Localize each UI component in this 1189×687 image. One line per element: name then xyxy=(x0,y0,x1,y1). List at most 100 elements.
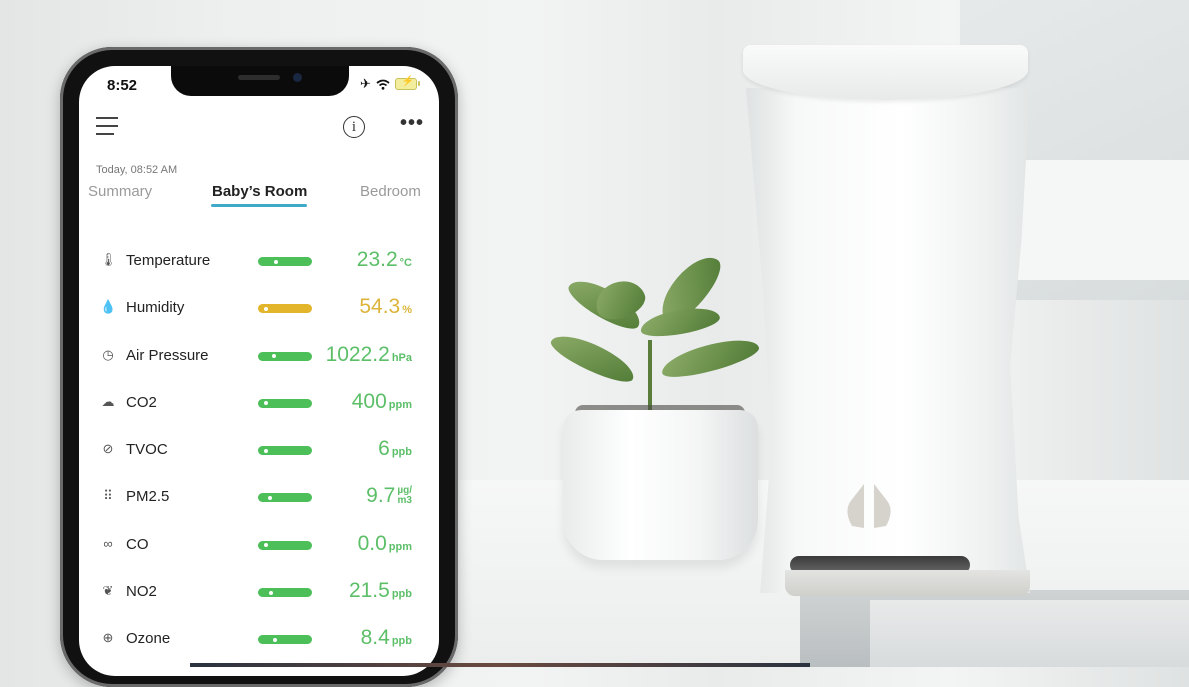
device-base xyxy=(785,570,1030,596)
metric-unit: °C xyxy=(399,257,412,269)
phone-camera xyxy=(293,73,302,82)
plant-leaf xyxy=(638,303,722,341)
metric-value: 0.0 ppm xyxy=(358,532,412,556)
level-indicator-dot xyxy=(264,448,269,453)
no2-icon: ❦ xyxy=(102,583,114,599)
metric-number: 6 xyxy=(378,437,390,461)
background-light xyxy=(1010,160,1189,280)
molecule-icon: ∞ xyxy=(103,535,113,551)
status-icons: ✈ ⚡ xyxy=(360,76,420,92)
metric-number: 0.0 xyxy=(357,531,387,555)
metric-number: 9.7 xyxy=(366,484,396,508)
airplane-icon: ✈ xyxy=(360,76,371,91)
metric-row-no2[interactable]: ❦ NO2 21.5 ppb xyxy=(100,571,420,618)
metric-label: CO2 xyxy=(126,393,157,411)
metric-level-bar[interactable] xyxy=(258,304,312,314)
metric-unit: µg/m3 xyxy=(397,486,412,506)
particles-icon: ⠿ xyxy=(103,488,113,504)
leaf-icon: ⊘ xyxy=(102,441,114,457)
menu-button[interactable] xyxy=(96,117,118,137)
metric-row-ozone[interactable]: ⊕ Ozone 8.4 ppb xyxy=(100,618,420,665)
cloud-icon: ☁ xyxy=(101,393,115,409)
battery-charging-icon: ⚡ xyxy=(394,76,420,90)
metric-label: NO2 xyxy=(126,583,157,601)
metric-row-tvoc[interactable]: ⊘ TVOC 6 ppb xyxy=(100,429,420,476)
metric-label: Temperature xyxy=(126,252,211,269)
level-indicator-dot xyxy=(264,306,269,311)
metric-unit: ppm xyxy=(388,398,412,411)
metric-level-bar[interactable] xyxy=(258,493,312,503)
hamburger-icon xyxy=(96,117,118,119)
metric-label: Humidity xyxy=(126,299,185,317)
metric-label: PM2.5 xyxy=(126,488,170,506)
metric-label: Ozone xyxy=(126,630,171,648)
metric-unit: ppb xyxy=(391,635,412,648)
plant-pot xyxy=(563,410,758,560)
level-indicator-dot xyxy=(274,259,279,264)
more-icon: ••• xyxy=(400,112,425,134)
metric-number: 1022.2 xyxy=(325,342,390,366)
wifi-icon xyxy=(376,79,390,90)
metric-level-bar[interactable] xyxy=(258,635,312,645)
plant-leaf xyxy=(658,332,762,384)
metric-value: 9.7 µg/m3 xyxy=(366,484,412,508)
metric-level-bar[interactable] xyxy=(258,398,312,408)
level-indicator-dot xyxy=(264,401,269,406)
metric-level-bar[interactable] xyxy=(258,351,312,361)
metric-level-bar[interactable] xyxy=(258,588,312,598)
info-icon: i xyxy=(351,119,357,135)
metric-unit: ppm xyxy=(388,540,412,553)
metric-value: 6 ppb xyxy=(378,437,412,461)
plant-leaf xyxy=(546,327,640,389)
metric-number: 400 xyxy=(351,389,387,413)
level-indicator-dot xyxy=(271,354,276,359)
metric-unit: ppb xyxy=(391,588,412,601)
level-indicator-dot xyxy=(273,637,278,642)
tab-babys-room[interactable]: Baby’s Room xyxy=(212,183,307,200)
metric-number: 8.4 xyxy=(360,626,390,650)
metric-value: 8.4 ppb xyxy=(361,626,412,650)
metric-level-bar[interactable] xyxy=(258,257,312,266)
device-logo-icon xyxy=(847,484,891,528)
metric-unit: % xyxy=(402,304,412,317)
level-indicator-dot xyxy=(268,590,273,595)
metric-row-temperature[interactable]: 🌡 Temperature 23.2 °C xyxy=(100,240,420,287)
phone-notch xyxy=(171,66,349,96)
tab-bedroom[interactable]: Bedroom xyxy=(360,183,421,200)
hamburger-line xyxy=(96,133,114,135)
metric-unit: hPa xyxy=(391,351,412,364)
tablet-surface xyxy=(870,600,1189,667)
droplet-icon: 💧 xyxy=(100,299,117,315)
metric-number: 23.2 xyxy=(356,248,398,271)
metric-label: TVOC xyxy=(126,441,168,459)
phone-speaker xyxy=(238,75,280,80)
active-tab-indicator xyxy=(211,204,307,207)
metric-row-co2[interactable]: ☁ CO2 400 ppm xyxy=(100,382,420,429)
metrics-list: 🌡 Temperature 23.2 °C 💧 Humidity 54.3% ◷ Air Pre… xyxy=(100,240,420,666)
metric-row-air-pressure[interactable]: ◷ Air Pressure 1022.2 hPa xyxy=(100,335,420,382)
level-indicator-dot xyxy=(264,543,269,548)
level-indicator-dot xyxy=(267,495,272,500)
metric-number: 54.3 xyxy=(359,295,401,319)
background-strip xyxy=(190,663,810,667)
info-button[interactable]: i xyxy=(343,116,365,138)
metric-value: 54.3% xyxy=(359,295,412,319)
metric-value: 21.5 ppb xyxy=(349,579,412,603)
metric-label: CO xyxy=(126,535,149,553)
status-time: 8:52 xyxy=(107,77,138,94)
metric-label: Air Pressure xyxy=(126,346,209,364)
more-options-button[interactable]: ••• xyxy=(400,112,424,135)
metric-unit: ppb xyxy=(391,446,412,459)
metric-row-pm2-5[interactable]: ⠿ PM2.5 9.7 µg/m3 xyxy=(100,476,420,523)
metric-number: 21.5 xyxy=(348,579,390,603)
metric-row-humidity[interactable]: 💧 Humidity 54.3% xyxy=(100,287,420,334)
last-updated-label: Today, 08:52 AM xyxy=(96,164,178,176)
metric-level-bar[interactable] xyxy=(258,446,312,456)
tab-summary[interactable]: Summary xyxy=(88,183,152,200)
metric-row-co[interactable]: ∞ CO 0.0 ppm xyxy=(100,524,420,571)
hamburger-line xyxy=(96,125,118,127)
unit-bottom: m3 xyxy=(397,495,412,507)
globe-icon: ⊕ xyxy=(102,630,114,646)
metric-level-bar[interactable] xyxy=(258,540,312,550)
metric-value: 1022.2 hPa xyxy=(326,343,412,367)
